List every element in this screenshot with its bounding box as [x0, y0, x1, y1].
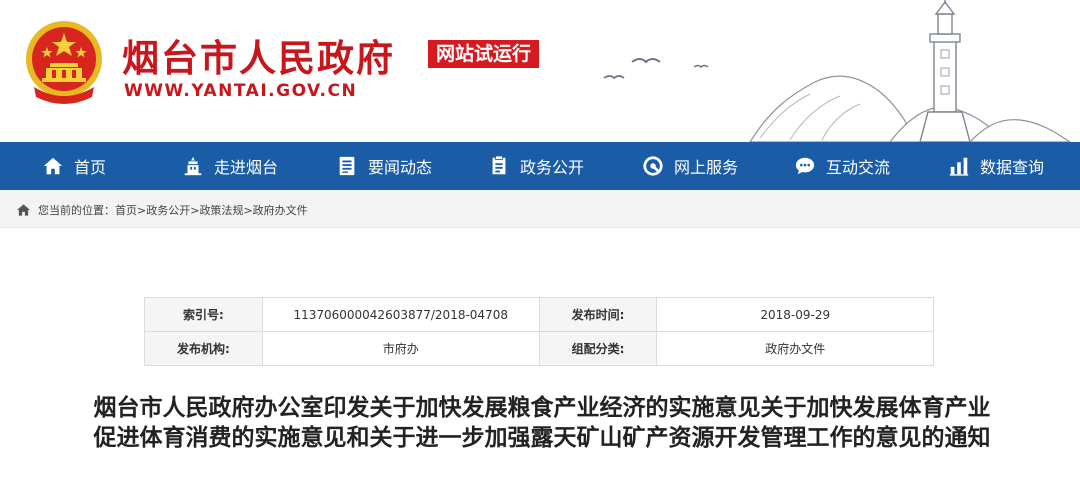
table-row: 索引号: 113706000042603877/2018-04708 发布时间:… [144, 297, 934, 332]
nav-item-home[interactable]: 首页 [42, 142, 106, 190]
index-value: 113706000042603877/2018-04708 [261, 297, 540, 332]
index-label: 索引号: [144, 297, 263, 332]
nav-item-interaction[interactable]: 互动交流 [794, 142, 890, 190]
trial-run-badge: 网站试运行 [428, 40, 540, 68]
publisher-value: 市府办 [261, 331, 540, 366]
publish-date-value: 2018-09-29 [656, 297, 934, 332]
nav-item-label: 政务公开 [520, 158, 585, 177]
file-list-icon [492, 155, 506, 175]
nav-item-data-query[interactable]: 数据查询 [948, 142, 1044, 190]
nav-item-online-services[interactable]: 网上服务 [642, 142, 738, 190]
breadcrumb-bar: 您当前的位置： 首页 > 政务公开 > 政策法规 > 政府办文件 [0, 190, 1080, 228]
breadcrumb-prefix: 您当前的位置： [38, 204, 115, 217]
category-label: 组配分类: [538, 331, 658, 366]
main-navigation: 首页 走进烟台 要闻动态 政务公开 网上服务 互动交流 数据查询 [0, 142, 1080, 190]
breadcrumb-separator: > [243, 203, 253, 217]
breadcrumb: 您当前的位置： 首页 > 政务公开 > 政策法规 > 政府办文件 [17, 202, 308, 218]
lighthouse-scenery-illustration [603, 0, 1072, 142]
nav-item-label: 网上服务 [674, 158, 739, 177]
site-url[interactable]: WWW.YANTAI.GOV.CN [124, 81, 357, 101]
publish-date-label: 发布时间: [538, 297, 658, 332]
breadcrumb-separator: > [137, 203, 147, 217]
home-icon [43, 157, 63, 175]
breadcrumb-item-policies[interactable]: 政策法规 [199, 202, 243, 218]
category-value: 政府办文件 [656, 331, 934, 366]
breadcrumb-item-gov-affairs[interactable]: 政务公开 [146, 202, 190, 218]
chart-icon [949, 157, 969, 176]
table-row: 发布机构: 市府办 组配分类: 政府办文件 [144, 331, 934, 366]
nav-item-label: 要闻动态 [368, 158, 433, 177]
document-icon [339, 156, 355, 176]
nav-item-label: 走进烟台 [214, 158, 279, 177]
site-title[interactable]: 烟台市人民政府 [122, 28, 395, 82]
nav-item-label: 互动交流 [826, 158, 891, 177]
home-icon [17, 204, 30, 216]
site-header: 烟台市人民政府 网站试运行 WWW.YANTAI.GOV.CN [0, 0, 1080, 142]
breadcrumb-item-home[interactable]: 首页 [115, 202, 137, 218]
breadcrumb-separator: > [190, 203, 200, 217]
nav-item-about-yantai[interactable]: 走进烟台 [182, 142, 278, 190]
nav-item-news[interactable]: 要闻动态 [336, 142, 432, 190]
building-icon [184, 156, 202, 176]
document-info-table: 索引号: 113706000042603877/2018-04708 发布时间:… [144, 297, 934, 366]
service-icon [643, 156, 663, 176]
nav-item-label: 首页 [74, 158, 107, 177]
nav-item-label: 数据查询 [980, 158, 1045, 177]
chat-icon [795, 157, 815, 175]
breadcrumb-item-gov-documents[interactable]: 政府办文件 [253, 202, 308, 218]
nav-item-gov-affairs[interactable]: 政务公开 [488, 142, 584, 190]
publisher-label: 发布机构: [144, 331, 263, 366]
national-emblem-icon [26, 21, 102, 104]
document-title: 烟台市人民政府办公室印发关于加快发展粮食产业经济的实施意见关于加快发展体育产业促… [93, 395, 991, 451]
